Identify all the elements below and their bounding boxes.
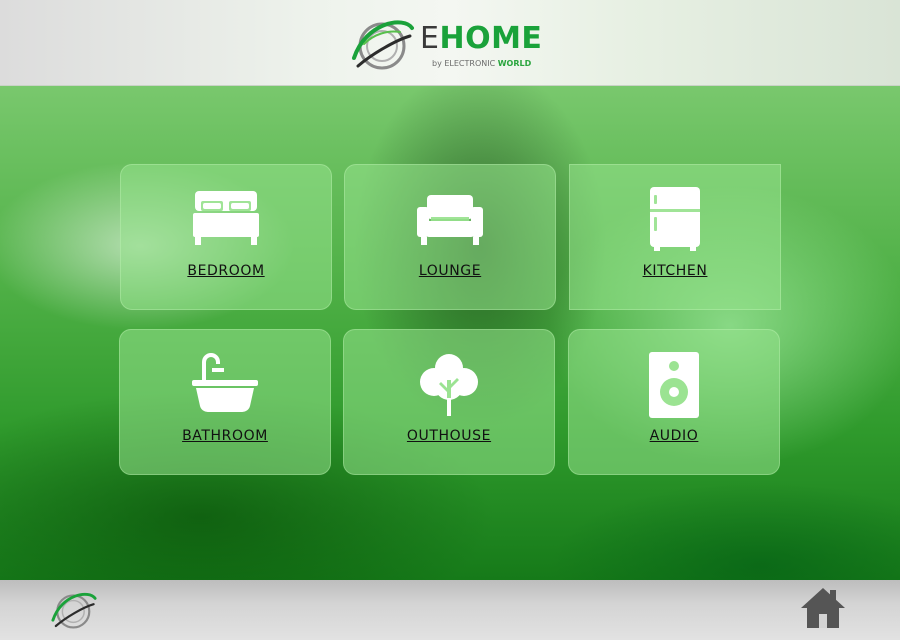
room-tile-bathroom[interactable]: BATHROOM [119,329,331,475]
footer-bar [0,580,900,640]
room-label: BATHROOM [182,428,268,444]
sofa-icon [417,195,483,245]
fridge-icon [650,187,700,251]
background-blur-decoration [495,494,509,529]
room-tile-outhouse[interactable]: OUTHOUSE [343,329,555,475]
room-tile-audio[interactable]: AUDIO [568,329,780,475]
room-label: LOUNGE [418,263,482,279]
ehome-logo: EHOME by ELECTRONIC WORLD [350,14,543,74]
room-tile-lounge[interactable]: LOUNGE [344,164,556,310]
room-label: BEDROOM [187,263,265,279]
globe-swoosh-icon [51,592,97,629]
brand-name: EHOME [420,21,543,56]
room-label: AUDIO [649,428,699,444]
tree-icon [420,354,478,416]
room-tile-bedroom[interactable]: BEDROOM [120,164,332,310]
room-label: OUTHOUSE [406,428,492,444]
header-bar: EHOME by ELECTRONIC WORLD [0,0,900,86]
room-tile-kitchen[interactable]: KITCHEN [569,164,781,310]
globe-swoosh-icon [352,20,414,70]
bathtub-icon [192,353,258,413]
bed-icon [193,191,259,245]
brand-tagline: by ELECTRONIC WORLD [432,59,532,68]
room-label: KITCHEN [642,263,708,279]
home-icon[interactable] [800,586,846,630]
speaker-icon [649,352,699,418]
